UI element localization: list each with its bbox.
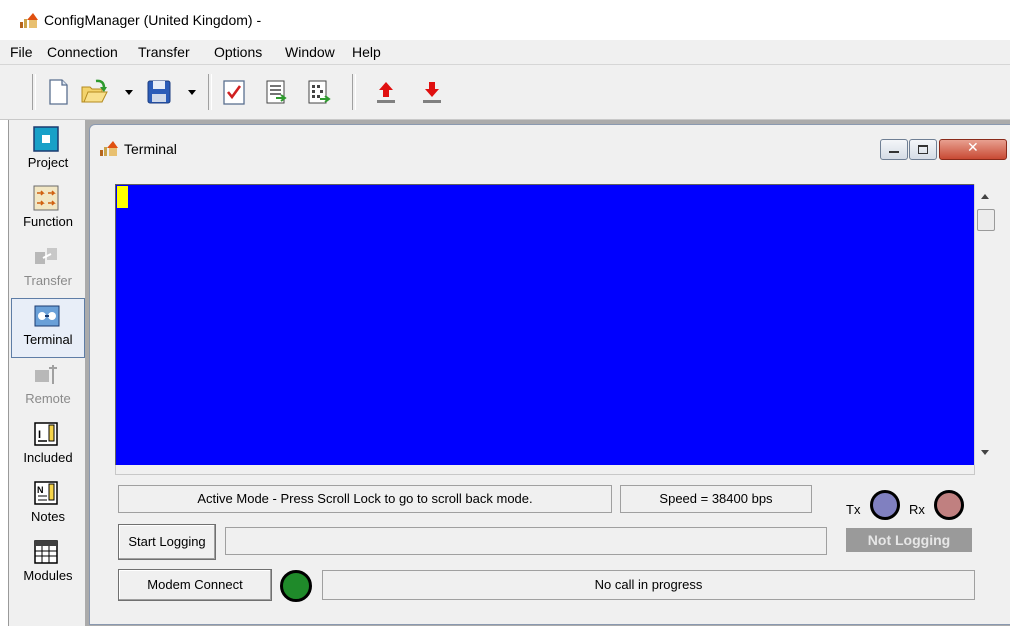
save-dropdown-icon[interactable] (188, 90, 196, 95)
tx-indicator (870, 490, 900, 520)
close-icon: ✕ (967, 140, 979, 156)
terminal-vertical-scrollbar[interactable] (974, 184, 995, 465)
modules-icon (34, 540, 58, 564)
open-folder-icon[interactable] (80, 78, 108, 106)
sidebar-item-transfer[interactable]: Transfer (13, 240, 83, 298)
binary-document-icon[interactable] (304, 78, 332, 106)
open-dropdown-icon[interactable] (125, 90, 133, 95)
menu-transfer[interactable]: Transfer (138, 44, 190, 60)
check-document-icon[interactable] (220, 78, 248, 106)
restore-icon (918, 145, 928, 154)
transfer-icon (35, 248, 57, 264)
sidebar-item-remote[interactable]: Remote (13, 358, 83, 416)
app-logo-icon (20, 13, 38, 28)
sidebar-item-label: Modules (23, 568, 73, 583)
svg-text:I: I (38, 429, 41, 441)
minimize-icon (889, 151, 899, 153)
sidebar-item-function[interactable]: Function (13, 181, 83, 239)
sidebar-item-terminal[interactable]: Terminal (11, 298, 85, 358)
terminal-bottom-strip (115, 465, 975, 475)
sidebar-item-project[interactable]: Project (13, 122, 83, 180)
svg-text:N: N (37, 485, 44, 495)
minimize-button[interactable] (880, 139, 908, 160)
rx-label: Rx (909, 502, 925, 517)
restore-button[interactable] (909, 139, 937, 160)
terminal-cursor (117, 186, 128, 208)
sidebar-item-label: Function (23, 214, 73, 229)
scroll-down-arrow-icon[interactable] (981, 450, 989, 455)
call-status-panel: No call in progress (322, 570, 975, 600)
upload-arrow-icon[interactable] (372, 78, 400, 106)
remote-icon (35, 365, 57, 384)
menu-window[interactable]: Window (285, 44, 335, 60)
scroll-thumb[interactable] (977, 209, 995, 231)
terminal-icon (34, 305, 60, 327)
menu-help[interactable]: Help (352, 44, 381, 60)
terminal-window-icon (100, 141, 118, 156)
toolbar-separator (352, 74, 356, 110)
included-icon: I (34, 422, 58, 446)
new-document-icon[interactable] (44, 78, 72, 106)
sidebar: Project Function Transfer Terminal Remot… (8, 120, 85, 626)
menu-bar: File Connection Transfer Options Window … (0, 40, 1010, 65)
properties-icon[interactable] (262, 78, 290, 106)
function-icon (33, 185, 59, 211)
toolbar-separator (32, 74, 36, 110)
logging-status-badge: Not Logging (846, 528, 972, 552)
sidebar-item-included[interactable]: I Included (13, 417, 83, 475)
sidebar-item-label: Project (27, 155, 69, 170)
start-logging-button[interactable]: Start Logging (118, 524, 216, 560)
scroll-up-arrow-icon[interactable] (981, 194, 989, 199)
toolbar-separator (208, 74, 212, 110)
menu-connection[interactable]: Connection (47, 44, 118, 60)
sidebar-item-label: Terminal (23, 332, 73, 347)
project-icon (33, 126, 59, 152)
sidebar-item-label: Remote (25, 391, 71, 406)
sidebar-item-notes[interactable]: N Notes (13, 476, 83, 534)
sidebar-item-modules[interactable]: Modules (13, 535, 83, 593)
toolbar (0, 65, 1010, 120)
rx-indicator (934, 490, 964, 520)
app-title: ConfigManager (United Kingdom) - (44, 12, 262, 28)
tx-label: Tx (846, 502, 861, 517)
terminal-window-title: Terminal (124, 141, 177, 157)
notes-icon: N (34, 481, 58, 505)
sidebar-item-label: Included (23, 450, 73, 465)
download-arrow-icon[interactable] (418, 78, 446, 106)
close-button[interactable]: ✕ (939, 139, 1007, 160)
menu-options[interactable]: Options (214, 44, 262, 60)
terminal-screen[interactable] (115, 184, 975, 466)
modem-status-indicator (280, 570, 312, 602)
sidebar-item-label: Notes (31, 509, 65, 524)
sidebar-item-label: Transfer (24, 273, 72, 288)
modem-connect-button[interactable]: Modem Connect (118, 569, 272, 601)
menu-file[interactable]: File (10, 44, 33, 60)
mode-status-panel: Active Mode - Press Scroll Lock to go to… (118, 485, 612, 513)
logging-path-field (225, 527, 827, 555)
speed-status-panel: Speed = 38400 bps (620, 485, 812, 513)
save-disk-icon[interactable] (145, 78, 173, 106)
